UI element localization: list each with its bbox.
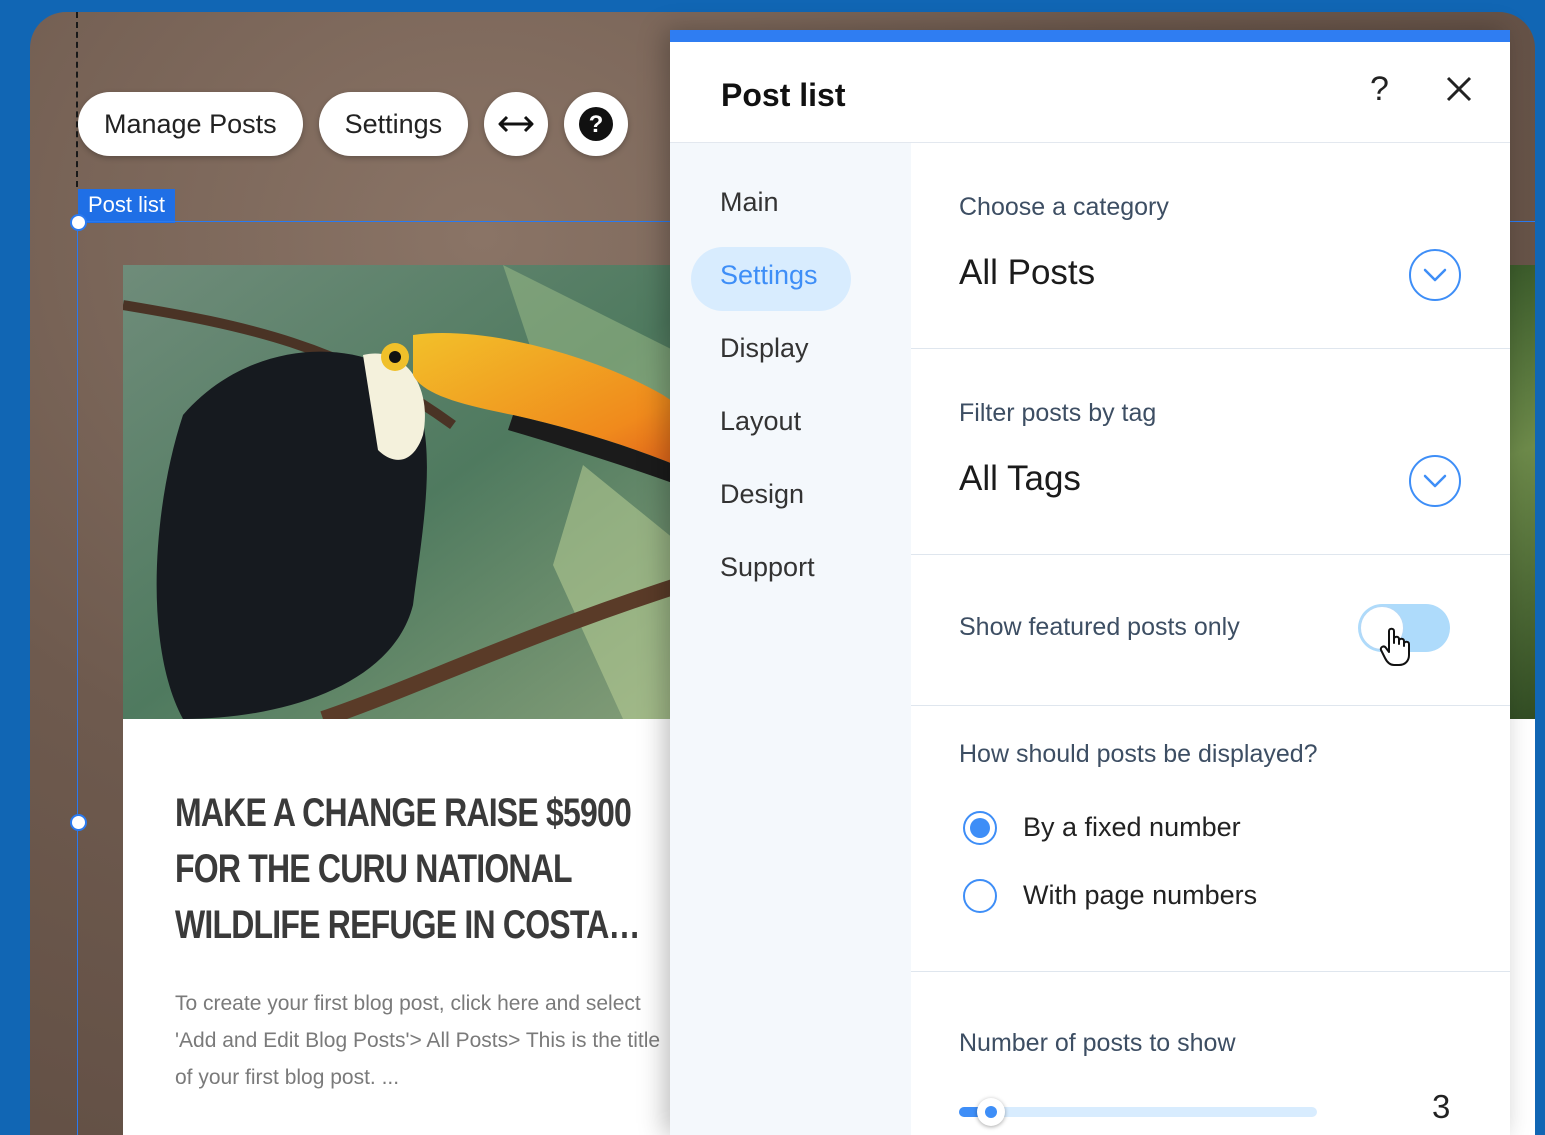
- tag-filter-dropdown[interactable]: All Tags: [959, 459, 1081, 499]
- nav-item-layout[interactable]: Layout: [720, 406, 801, 437]
- tag-filter-section: Filter posts by tag All Tags: [911, 349, 1510, 555]
- next-post-photo: [1510, 265, 1535, 719]
- tag-filter-dropdown-toggle[interactable]: [1409, 455, 1461, 507]
- toucan-photo: [123, 265, 743, 719]
- post-description: To create your first blog post, click he…: [175, 992, 661, 1089]
- category-dropdown-toggle[interactable]: [1409, 249, 1461, 301]
- display-mode-section: How should posts be displayed? By a fixe…: [911, 706, 1510, 972]
- tag-filter-label: Filter posts by tag: [959, 399, 1157, 427]
- help-button[interactable]: ?: [564, 92, 629, 156]
- resize-handle-top-left[interactable]: [70, 214, 87, 231]
- element-toolbar: Manage Posts Settings ?: [78, 92, 629, 156]
- next-post-card[interactable]: [1510, 265, 1535, 1135]
- radio-page-numbers[interactable]: [963, 879, 997, 913]
- radio-page-numbers-label[interactable]: With page numbers: [1023, 880, 1257, 911]
- resize-handle-left[interactable]: [70, 814, 87, 831]
- nav-item-design[interactable]: Design: [720, 479, 804, 510]
- panel-header: Post list ?: [670, 42, 1510, 143]
- selection-border-left: [77, 221, 78, 1135]
- nav-item-main[interactable]: Main: [720, 187, 779, 218]
- slider-handle[interactable]: [976, 1098, 1005, 1126]
- post-card[interactable]: MAKE A CHANGE RAISE $5900 FOR THE CURU N…: [123, 265, 743, 1135]
- posts-count-label: Number of posts to show: [959, 1029, 1236, 1057]
- panel-title: Post list: [721, 77, 846, 113]
- category-section: Choose a category All Posts: [911, 143, 1510, 349]
- category-dropdown[interactable]: All Posts: [959, 253, 1095, 293]
- horizontal-arrows-icon: [498, 115, 534, 133]
- category-label: Choose a category: [959, 193, 1169, 221]
- close-icon[interactable]: [1442, 72, 1476, 106]
- stretch-button[interactable]: [484, 92, 549, 156]
- panel-accent-bar: [670, 30, 1510, 42]
- featured-label: Show featured posts only: [959, 613, 1240, 641]
- nav-item-display[interactable]: Display: [720, 333, 809, 364]
- panel-help-button[interactable]: ?: [1370, 70, 1389, 109]
- settings-button[interactable]: Settings: [318, 92, 469, 156]
- chevron-down-icon: [1423, 474, 1447, 488]
- nav-item-support[interactable]: Support: [720, 552, 815, 583]
- radio-fixed-number-label[interactable]: By a fixed number: [1023, 812, 1241, 843]
- radio-fixed-number[interactable]: [963, 811, 997, 845]
- posts-count-slider[interactable]: [959, 1098, 1317, 1126]
- chevron-down-icon: [1423, 268, 1447, 282]
- hand-cursor-icon: [1379, 627, 1410, 666]
- panel-content: Choose a category All Posts Filter posts…: [911, 143, 1510, 1135]
- display-mode-label: How should posts be displayed?: [959, 740, 1318, 768]
- question-circle-icon: ?: [579, 107, 614, 141]
- post-list-settings-panel: Post list ? Main Settings Display Layout…: [670, 30, 1510, 1135]
- selection-label[interactable]: Post list: [78, 189, 176, 223]
- posts-count-value: 3: [1432, 1088, 1451, 1125]
- svg-text:?: ?: [589, 111, 604, 138]
- manage-posts-button[interactable]: Manage Posts: [78, 92, 303, 156]
- panel-nav: Main Settings Display Layout Design Supp…: [670, 143, 911, 1135]
- post-title[interactable]: MAKE A CHANGE RAISE $5900 FOR THE CURU N…: [175, 785, 655, 953]
- nav-item-settings[interactable]: Settings: [720, 260, 818, 291]
